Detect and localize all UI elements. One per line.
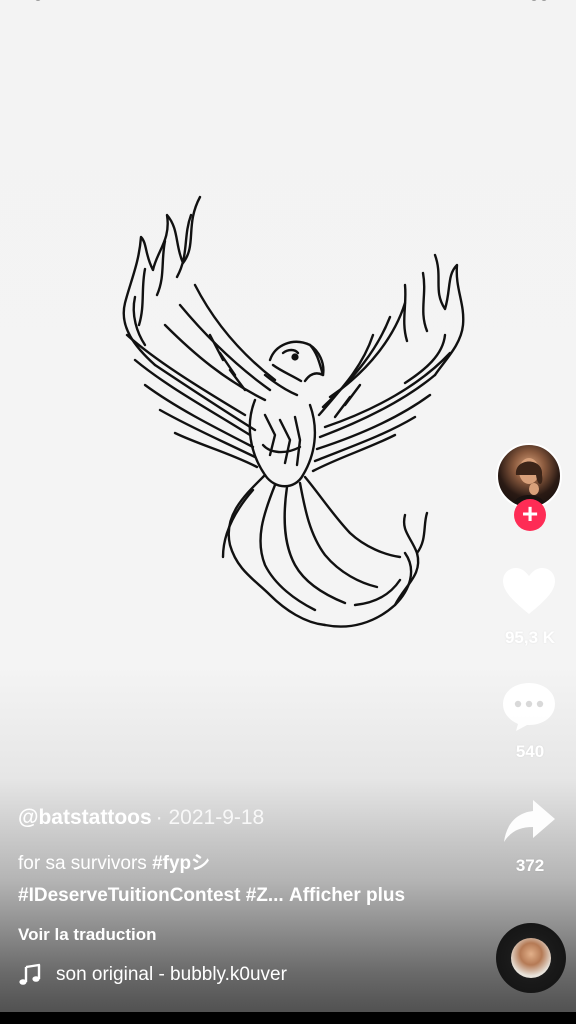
hashtag-fyp[interactable]: #fypシ [152,853,210,874]
share-arrow-icon[interactable] [500,796,558,848]
comment-count: 540 [515,742,545,761]
top-status-dots [35,0,547,1]
post-date: · 2021-9-18 [155,806,265,829]
bottom-bar [0,1012,576,1024]
caption-header: @batstattoos · 2021-9-18 [18,806,488,830]
caption-line-2: #IDeserveTuitionContest #Z... Afficher p… [18,880,488,912]
music-note-icon [19,963,41,985]
username[interactable]: @batstattoos [18,806,152,829]
phoenix-artwork [122,195,465,628]
caption-text: for sa survivors [18,853,153,874]
see-translation-link[interactable]: Voir la traduction [18,925,488,945]
video-screen[interactable]: + 95,3 K 540 372 @batstattoos · 2021-9-18… [0,0,576,1024]
hashtags[interactable]: #IDeserveTuitionContest #Z... [18,885,284,906]
follow-plus-icon[interactable]: + [514,499,546,531]
share-count: 372 [515,856,545,875]
like-count: 95,3 K [504,628,556,647]
sound-label: son original - bubbly.k0uver [56,964,287,985]
caption-line-1: for sa survivors #fypシ [18,848,488,880]
side-actions: + 95,3 K 540 372 [496,0,576,1024]
heart-icon[interactable] [500,566,558,618]
comment-bubble-icon[interactable] [500,680,558,732]
music-disc-avatar [511,938,551,978]
sound-link[interactable]: son original - bubbly.k0uver [18,963,488,987]
music-disc[interactable] [496,923,566,993]
show-more-link[interactable]: Afficher plus [289,885,405,906]
